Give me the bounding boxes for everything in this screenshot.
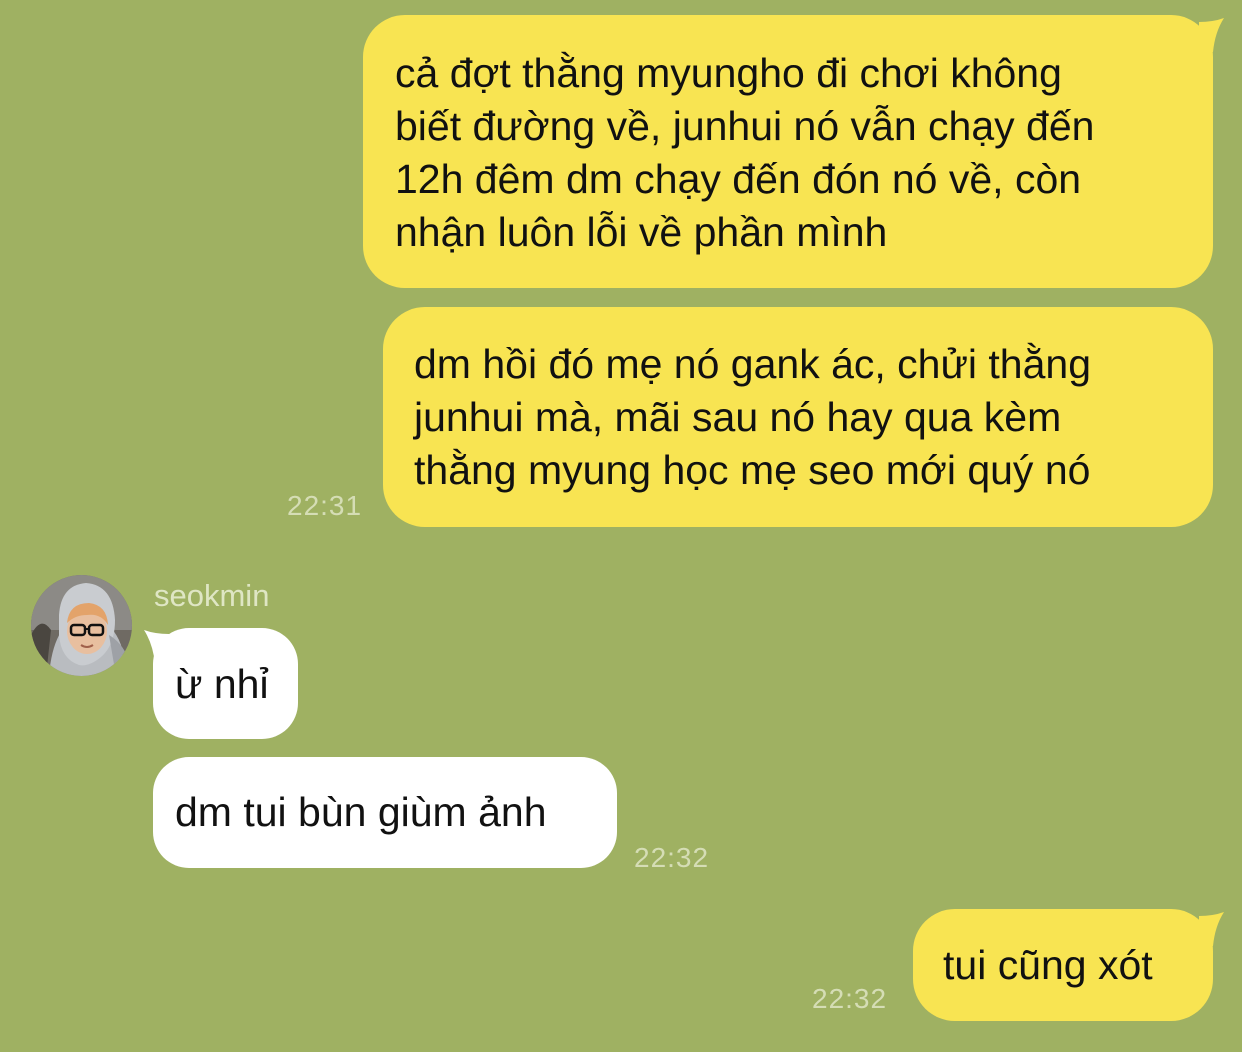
message-timestamp: 22:32 (812, 983, 888, 1014)
bubble-tail-icon (1199, 912, 1224, 946)
message-timestamp: 22:31 (287, 490, 363, 521)
outgoing-message-bubble[interactable]: dm hồi đó mẹ nó gank ác, chửi thằng junh… (383, 307, 1213, 527)
bubble-tail-icon (144, 630, 169, 664)
avatar-image (31, 575, 132, 676)
incoming-message-bubble[interactable]: dm tui bùn giùm ảnh (153, 757, 617, 868)
bubble-tail-icon (1199, 18, 1224, 52)
message-timestamp: 22:32 (634, 842, 710, 873)
avatar[interactable] (31, 575, 132, 676)
incoming-message-bubble[interactable]: ừ nhỉ (153, 628, 298, 739)
sender-name: seokmin (154, 578, 270, 613)
outgoing-message-bubble[interactable]: cả đợt thằng myungho đi chơi không biết … (363, 15, 1213, 288)
outgoing-message-bubble[interactable]: tui cũng xót (913, 909, 1213, 1021)
chat-thread[interactable]: cả đợt thằng myungho đi chơi không biết … (0, 0, 1242, 1052)
